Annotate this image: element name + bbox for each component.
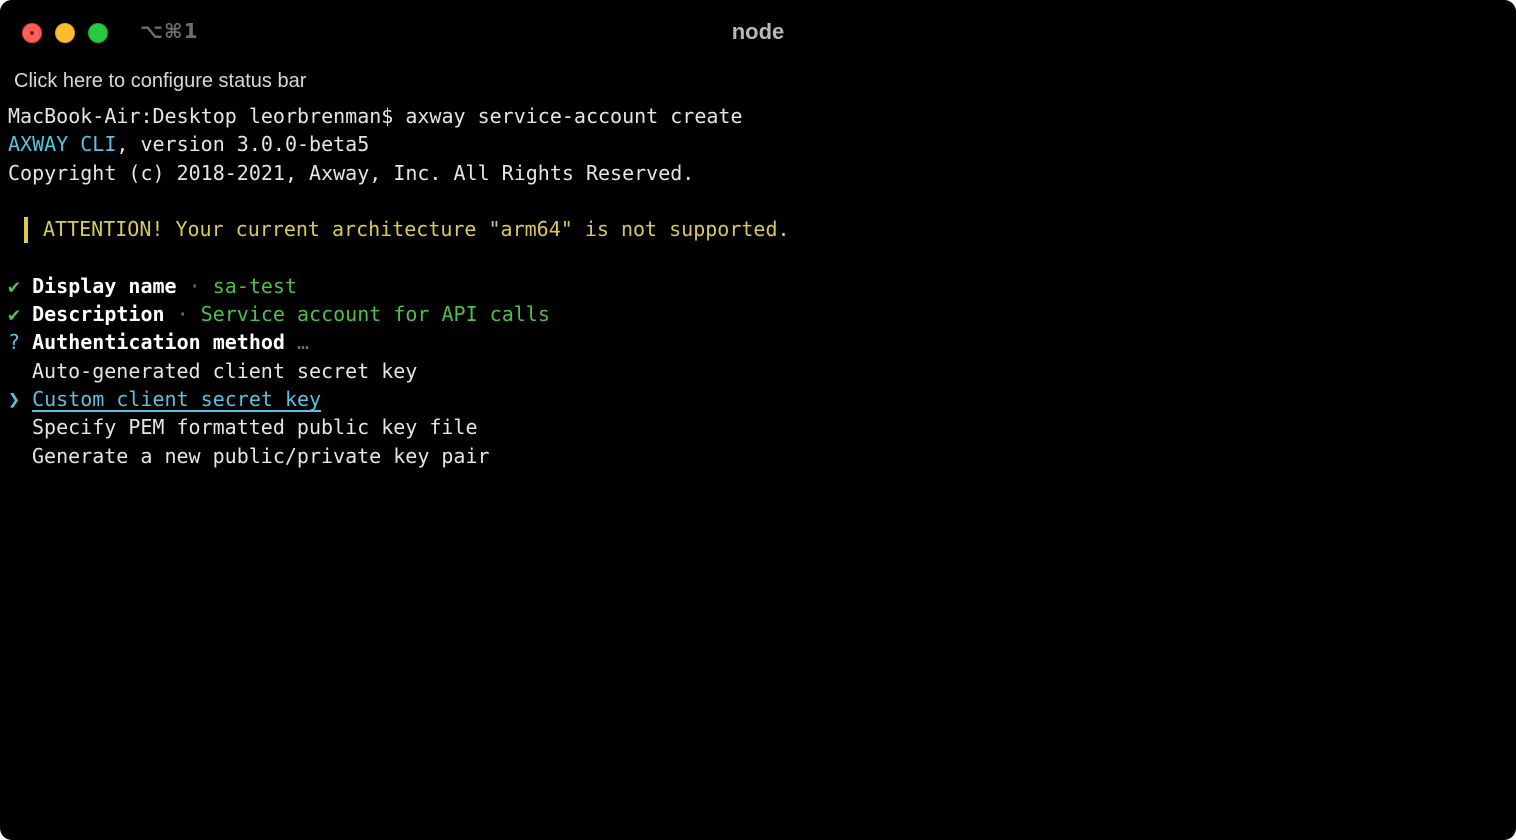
attention-bar bbox=[24, 217, 28, 244]
answer-separator: · bbox=[176, 273, 213, 298]
title-bar[interactable]: ⌥⌘1 node bbox=[0, 0, 1516, 62]
prompt-command-line: MacBook-Air:Desktop leorbrenman$ axway s… bbox=[8, 104, 743, 128]
answer-value: sa-test bbox=[212, 273, 298, 298]
option-custom-client-secret[interactable]: ❯ Custom client secret key bbox=[8, 385, 790, 413]
pointer-icon: ❯ bbox=[8, 386, 21, 411]
option-generate-key-pair[interactable]: Generate a new public/private key pair bbox=[8, 442, 790, 470]
option-pem-public-key[interactable]: Specify PEM formatted public key file bbox=[8, 413, 790, 441]
answer-description: ✔ Description · Service account for API … bbox=[8, 300, 790, 328]
copyright-line: Copyright (c) 2018-2021, Axway, Inc. All… bbox=[8, 160, 695, 185]
question-label: Authentication method bbox=[32, 330, 285, 355]
status-bar-config-link[interactable]: Click here to configure status bar bbox=[14, 70, 306, 93]
window-title: node bbox=[731, 19, 785, 44]
version-text: , version 3.0.0-beta5 bbox=[116, 132, 370, 157]
version-line: AXWAY CLI, version 3.0.0-beta5 bbox=[8, 130, 790, 158]
product-name: AXWAY CLI bbox=[8, 132, 117, 157]
option-auto-generated[interactable]: Auto-generated client secret key bbox=[8, 357, 790, 385]
answer-separator: · bbox=[164, 302, 201, 327]
answer-value: Service account for API calls bbox=[200, 302, 550, 327]
terminal-window: ⌥⌘1 node Click here to configure status … bbox=[0, 0, 1516, 840]
terminal-output[interactable]: MacBook-Air:Desktop leorbrenman$ axway s… bbox=[8, 102, 790, 470]
question-icon: ? bbox=[8, 330, 21, 355]
attention-text: ATTENTION! Your current architecture "ar… bbox=[43, 217, 790, 242]
question-auth-method: ? Authentication method … bbox=[8, 328, 790, 356]
attention-notice: ATTENTION! Your current architecture "ar… bbox=[8, 215, 790, 244]
check-icon: ✔ bbox=[8, 273, 21, 298]
answer-label: Display name bbox=[32, 273, 177, 298]
selected-option-label: Custom client secret key bbox=[32, 386, 322, 411]
answer-display-name: ✔ Display name · sa-test bbox=[8, 272, 790, 300]
check-icon: ✔ bbox=[8, 302, 21, 327]
question-ellipsis: … bbox=[284, 330, 310, 355]
answer-label: Description bbox=[32, 302, 165, 327]
